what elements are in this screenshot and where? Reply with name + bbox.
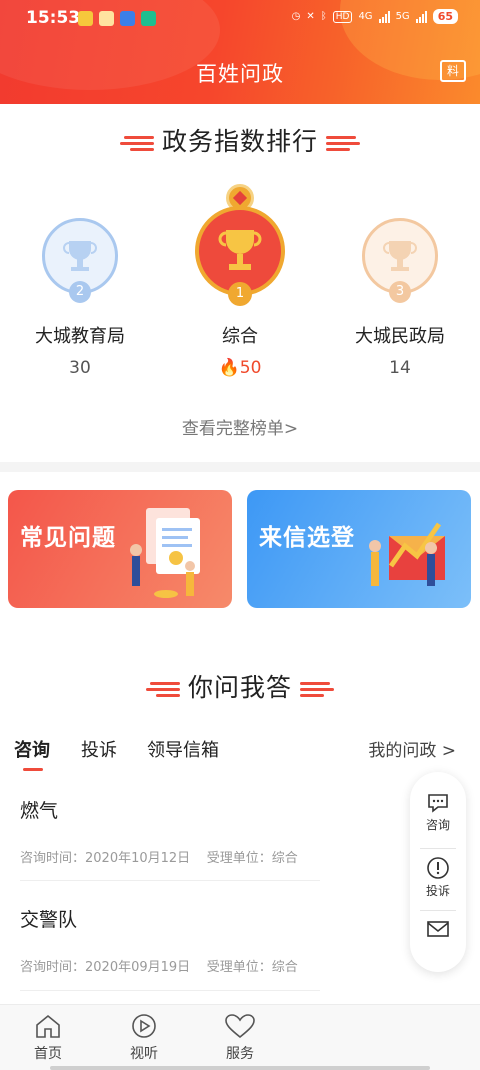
page-title: 百姓问政: [196, 62, 284, 86]
app-notification-icon: [120, 11, 135, 26]
faq-illustration-icon: [130, 508, 200, 598]
rank-name: 大城民政局: [355, 326, 445, 347]
status-indicators: ◷ ✕ ᛒ HD 4G 5G 65: [292, 9, 458, 24]
title-decoration: [119, 136, 154, 151]
ranking-title-text: 政务指数排行: [161, 127, 318, 156]
question-time: 2020年09月19日: [85, 960, 191, 975]
signal-icon: [378, 10, 390, 23]
float-consult-label: 咨询: [425, 818, 450, 832]
mute-icon: ✕: [306, 11, 315, 22]
news-icon[interactable]: 料: [440, 60, 466, 82]
bluetooth-icon: ᛒ: [320, 11, 327, 22]
rank-score-value: 50: [239, 358, 262, 378]
qa-title-text: 你问我答: [187, 673, 292, 702]
app-notification-icon: [78, 11, 93, 26]
question-meta: 咨询时间：2020年09月19日 受理单位：综合: [20, 956, 320, 975]
hd-badge: HD: [332, 10, 353, 23]
network-label: 4G: [358, 11, 373, 22]
question-meta: 咨询时间：2020年10月12日 受理单位：综合: [20, 847, 320, 866]
battery-icon: 65: [432, 9, 458, 24]
view-full-list-link[interactable]: 查看完整榜单>: [0, 414, 480, 439]
faq-card[interactable]: 常见问题: [8, 490, 232, 608]
float-complaint-label: 投诉: [425, 884, 450, 898]
list-item[interactable]: 燃气 咨询时间：2020年10月12日 受理单位：综合: [20, 796, 320, 866]
title-decoration: [326, 136, 360, 151]
play-icon: [132, 1014, 156, 1038]
fade-overlay: [300, 930, 410, 990]
home-icon: [36, 1014, 60, 1038]
rank-name: 大城教育局: [35, 326, 125, 347]
rank-score: 30: [69, 358, 91, 378]
rank-item-1[interactable]: 1 综合 🔥50: [160, 184, 320, 378]
my-inquiries-link[interactable]: 我的问政 >: [368, 736, 456, 761]
nav-service-label: 服务: [226, 1046, 254, 1062]
rank-number: 3: [389, 281, 411, 303]
weibo-icon: [99, 11, 114, 26]
rank-item-2[interactable]: 2 大城教育局 30: [0, 218, 160, 378]
ranking-section-title: 政务指数排行: [0, 122, 480, 158]
section-divider: [0, 462, 480, 472]
menu-divider: [420, 910, 456, 911]
title-decoration: [300, 682, 334, 697]
bottom-navigation: 首页 视听 服务: [0, 1004, 480, 1070]
gold-trophy-icon: 1: [195, 206, 285, 306]
qa-tabs: 咨询 投诉 领导信箱 我的问政 >: [0, 736, 480, 772]
alert-circle-icon: [427, 857, 449, 879]
tab-consult[interactable]: 咨询: [14, 736, 50, 762]
faq-card-label: 常见问题: [20, 525, 116, 551]
tab-leader-mailbox[interactable]: 领导信箱: [147, 736, 219, 762]
title-decoration: [145, 682, 180, 697]
letters-card[interactable]: 来信选登: [247, 490, 471, 608]
unit-label: 受理单位：: [206, 960, 272, 975]
menu-divider: [420, 848, 456, 849]
rank-item-3[interactable]: 3 大城民政局 14: [320, 218, 480, 378]
nav-home[interactable]: 首页: [18, 1013, 78, 1063]
rank-name: 综合: [222, 326, 258, 347]
time-label: 咨询时间：: [20, 960, 86, 975]
qa-section-title: 你问我答: [0, 668, 480, 704]
alarm-icon: ◷: [291, 11, 301, 22]
flame-icon: 🔥: [218, 358, 240, 378]
nav-service[interactable]: 服务: [210, 1013, 270, 1063]
app-header: 15:53 ◷ ✕ ᛒ HD 4G 5G 65 百姓问政 料: [0, 0, 480, 104]
float-mail-button[interactable]: [410, 920, 466, 938]
nav-home-label: 首页: [34, 1046, 62, 1062]
float-complaint-button[interactable]: 投诉: [410, 856, 466, 899]
list-item[interactable]: 交警队 咨询时间：2020年09月19日 受理单位：综合: [20, 905, 320, 975]
letters-card-label: 来信选登: [259, 525, 355, 551]
app-notification-icon: [141, 11, 156, 26]
heart-icon: [225, 1014, 255, 1039]
rank-number: 1: [228, 282, 252, 306]
active-tab-indicator: [23, 768, 43, 771]
chat-bubble-icon: [428, 794, 448, 813]
nav-media-label: 视听: [130, 1046, 158, 1062]
tab-complaint[interactable]: 投诉: [81, 736, 117, 762]
rank-score: 🔥50: [160, 358, 320, 378]
mail-icon: [427, 921, 449, 937]
rank-number: 2: [69, 281, 91, 303]
list-divider: [20, 880, 320, 881]
question-unit: 综合: [271, 851, 298, 866]
float-consult-button[interactable]: 咨询: [410, 792, 466, 833]
question-title: 交警队: [20, 909, 78, 931]
question-title: 燃气: [20, 800, 59, 822]
list-divider: [20, 990, 320, 991]
time-label: 咨询时间：: [20, 851, 86, 866]
unit-label: 受理单位：: [206, 851, 272, 866]
status-bar: 15:53 ◷ ✕ ᛒ HD 4G 5G 65: [0, 0, 480, 36]
signal-icon: [415, 10, 427, 23]
bronze-trophy-icon: 3: [362, 218, 438, 303]
network-label: 5G: [395, 11, 410, 22]
nav-media[interactable]: 视听: [114, 1013, 174, 1063]
notification-icons: [78, 11, 156, 26]
silver-trophy-icon: 2: [42, 218, 118, 303]
floating-action-menu: 咨询 投诉: [410, 772, 466, 972]
rank-score: 14: [389, 358, 411, 378]
status-time: 15:53: [26, 8, 81, 28]
question-time: 2020年10月12日: [85, 851, 191, 866]
letters-illustration-icon: [369, 522, 445, 586]
home-indicator: [50, 1066, 430, 1070]
question-unit: 综合: [271, 960, 298, 975]
